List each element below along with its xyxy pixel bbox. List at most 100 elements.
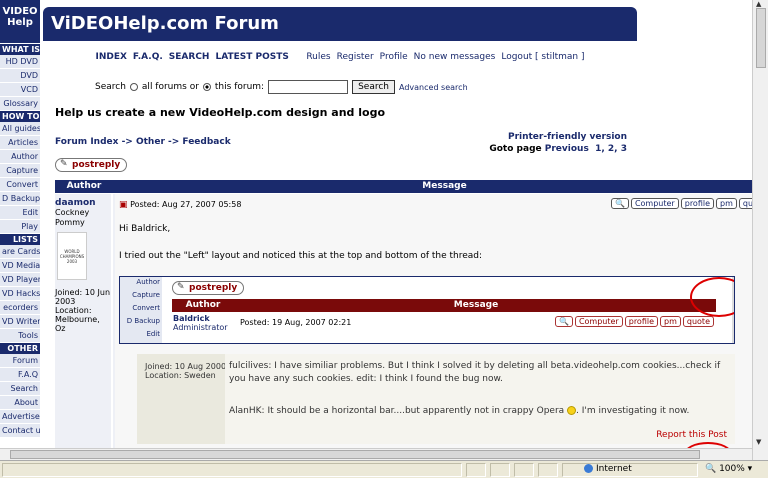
globe-icon: [584, 464, 593, 473]
sidebar-item[interactable]: Advertise: [0, 410, 40, 424]
sidebar-item[interactable]: About: [0, 396, 40, 410]
post-greeting: Hi Baldrick,: [119, 224, 171, 234]
nav-latest-posts[interactable]: LATEST POSTS: [215, 52, 288, 62]
screenshot-side-item: D Backup: [126, 317, 160, 325]
sidebar-item[interactable]: All guides: [0, 122, 40, 136]
screenshot-col-message: Message: [453, 300, 499, 310]
sidebar-item[interactable]: Search: [0, 382, 40, 396]
sidebar-section-0: WHAT IS: [0, 44, 40, 55]
screenshot-col-author: Author: [185, 300, 221, 310]
sidebar-item[interactable]: VD Media: [0, 259, 40, 273]
screenshot-actions: 🔍 Computer profile pm quote: [553, 316, 714, 327]
goto-label: Goto page: [489, 144, 542, 154]
radio-this-forum[interactable]: [202, 83, 211, 91]
reply-text-1: fulcilives: I have similiar problems. Bu…: [229, 361, 721, 384]
sidebar-section-3: OTHER: [0, 343, 40, 354]
sidebar-item[interactable]: Capture: [0, 164, 40, 178]
zoom-level[interactable]: 🔍 100% ▾: [705, 464, 752, 474]
forum-nav: INDEX F.A.Q. SEARCH LATEST POSTS Rules Regis…: [43, 52, 637, 62]
radio-all-label: all forums or: [141, 82, 199, 92]
nav-index[interactable]: INDEX: [95, 52, 126, 62]
sidebar-item[interactable]: Convert: [0, 178, 40, 192]
topic-title[interactable]: Help us create a new VideoHelp.com desig…: [55, 106, 385, 119]
post-text: I tried out the "Left" layout and notice…: [119, 251, 483, 261]
post-author-name[interactable]: daamon: [55, 198, 111, 208]
post-author-joined: Joined: 10 Jun 2003: [55, 288, 111, 306]
nav-search[interactable]: SEARCH: [169, 52, 210, 62]
search-input[interactable]: [268, 80, 349, 94]
printer-friendly-link[interactable]: Printer-friendly version: [489, 131, 627, 143]
nav-faq[interactable]: F.A.Q.: [133, 52, 163, 62]
search-posts-icon[interactable]: 🔍: [610, 198, 629, 209]
nav-register[interactable]: Register: [337, 52, 374, 62]
post-reply-button[interactable]: postreply: [55, 158, 128, 172]
main-content: ViDEOHelp.com Forum INDEX F.A.Q. SEARCH LAT…: [43, 0, 768, 460]
screenshot-side-item: Author: [136, 278, 160, 286]
sidebar-item[interactable]: Play: [0, 220, 40, 234]
scroll-up-icon[interactable]: ▲: [756, 0, 761, 8]
sidebar-item[interactable]: HD DVD: [0, 55, 40, 69]
screenshot-search-icon: 🔍: [554, 316, 573, 327]
hscroll-thumb[interactable]: [10, 450, 700, 459]
sidebar-item[interactable]: D Backup: [0, 192, 40, 206]
screenshot-post-reply: postreply: [172, 281, 245, 295]
radio-all-forums[interactable]: [129, 83, 138, 91]
post-actions: 🔍Computerprofilepmquote: [609, 198, 768, 209]
nav-messages[interactable]: No new messages: [414, 52, 496, 62]
nav-rules[interactable]: Rules: [306, 52, 330, 62]
profile-button[interactable]: profile: [680, 198, 715, 209]
sidebar-item[interactable]: VD Players: [0, 273, 40, 287]
embedded-reply: Joined: 10 Aug 2000 Location: Sweden ful…: [137, 354, 735, 444]
col-author: Author: [66, 181, 102, 191]
sidebar-item[interactable]: Tools: [0, 329, 40, 343]
sidebar-item[interactable]: VCD: [0, 83, 40, 97]
computer-button[interactable]: Computer: [630, 198, 679, 209]
page-links[interactable]: 1, 2, 3: [595, 144, 627, 154]
forum-title-bar: ViDEOHelp.com Forum: [43, 7, 637, 41]
horizontal-scrollbar[interactable]: [0, 448, 752, 460]
breadcrumb[interactable]: Forum Index -> Other -> Feedback: [55, 137, 231, 147]
screenshot-side-item: Edit: [146, 330, 160, 338]
sidebar-item[interactable]: VD Writers: [0, 315, 40, 329]
report-post-link[interactable]: Report this Post: [656, 430, 727, 440]
post-icon: ▣: [119, 200, 128, 210]
reply-text-2-end: . I'm investigating it now.: [576, 406, 690, 416]
post-author-rank: Cockney Pommy: [55, 208, 90, 227]
browser-status-bar: Internet 🔍 100% ▾: [0, 460, 768, 478]
screenshot-sidebar: Author Capture Convert D Backup Edit: [120, 277, 162, 343]
sidebar-item[interactable]: Forum: [0, 354, 40, 368]
sidebar-item[interactable]: DVD: [0, 69, 40, 83]
nav-profile[interactable]: Profile: [380, 52, 408, 62]
site-logo[interactable]: VIDEO Help: [0, 0, 40, 44]
sidebar-item[interactable]: Edit: [0, 206, 40, 220]
sidebar-item[interactable]: Glossary: [0, 97, 40, 111]
scroll-down-icon[interactable]: ▼: [756, 438, 761, 446]
sidebar-item[interactable]: are Cards: [0, 245, 40, 259]
scroll-thumb[interactable]: [756, 8, 766, 68]
screenshot-quote-button: quote: [682, 316, 714, 327]
post-author-panel: daamon Cockney Pommy WORLD CHAMPIONS 200…: [55, 194, 113, 450]
screenshot-profile-button: profile: [624, 316, 659, 327]
screenshot-table-header: Author Message: [172, 299, 716, 312]
reply-location: Location: Sweden: [145, 371, 216, 380]
nav-logout[interactable]: Logout [ stiltman ]: [501, 52, 584, 62]
advanced-search-link[interactable]: Advanced search: [399, 83, 468, 92]
search-button[interactable]: Search: [352, 80, 395, 94]
radio-this-label: this forum:: [214, 82, 265, 92]
sidebar-item[interactable]: Contact us: [0, 424, 40, 438]
sidebar-item[interactable]: Author: [0, 150, 40, 164]
vertical-scrollbar[interactable]: ▲ ▼: [752, 0, 768, 460]
sidebar-item[interactable]: ecorders: [0, 301, 40, 315]
badge-caption: WORLD CHAMPIONS 2003: [59, 248, 85, 264]
post-body: ▣ Posted: Aug 27, 2007 05:58 🔍 Computer pr…: [115, 194, 768, 450]
screenshot-computer-button: Computer: [574, 316, 623, 327]
rose-badge-icon: WORLD CHAMPIONS 2003: [57, 232, 87, 280]
pm-button[interactable]: pm: [716, 198, 737, 209]
post-date: Posted: Aug 27, 2007 05:58: [130, 200, 242, 209]
sidebar-item[interactable]: F.A.Q: [0, 368, 40, 382]
sidebar-item[interactable]: VD Hacks: [0, 287, 40, 301]
screenshot-author: Baldrick Administrator: [173, 314, 228, 332]
screenshot-author-rank: Administrator: [173, 323, 228, 332]
sidebar-item[interactable]: Articles: [0, 136, 40, 150]
goto-previous-link[interactable]: Previous: [545, 144, 589, 154]
